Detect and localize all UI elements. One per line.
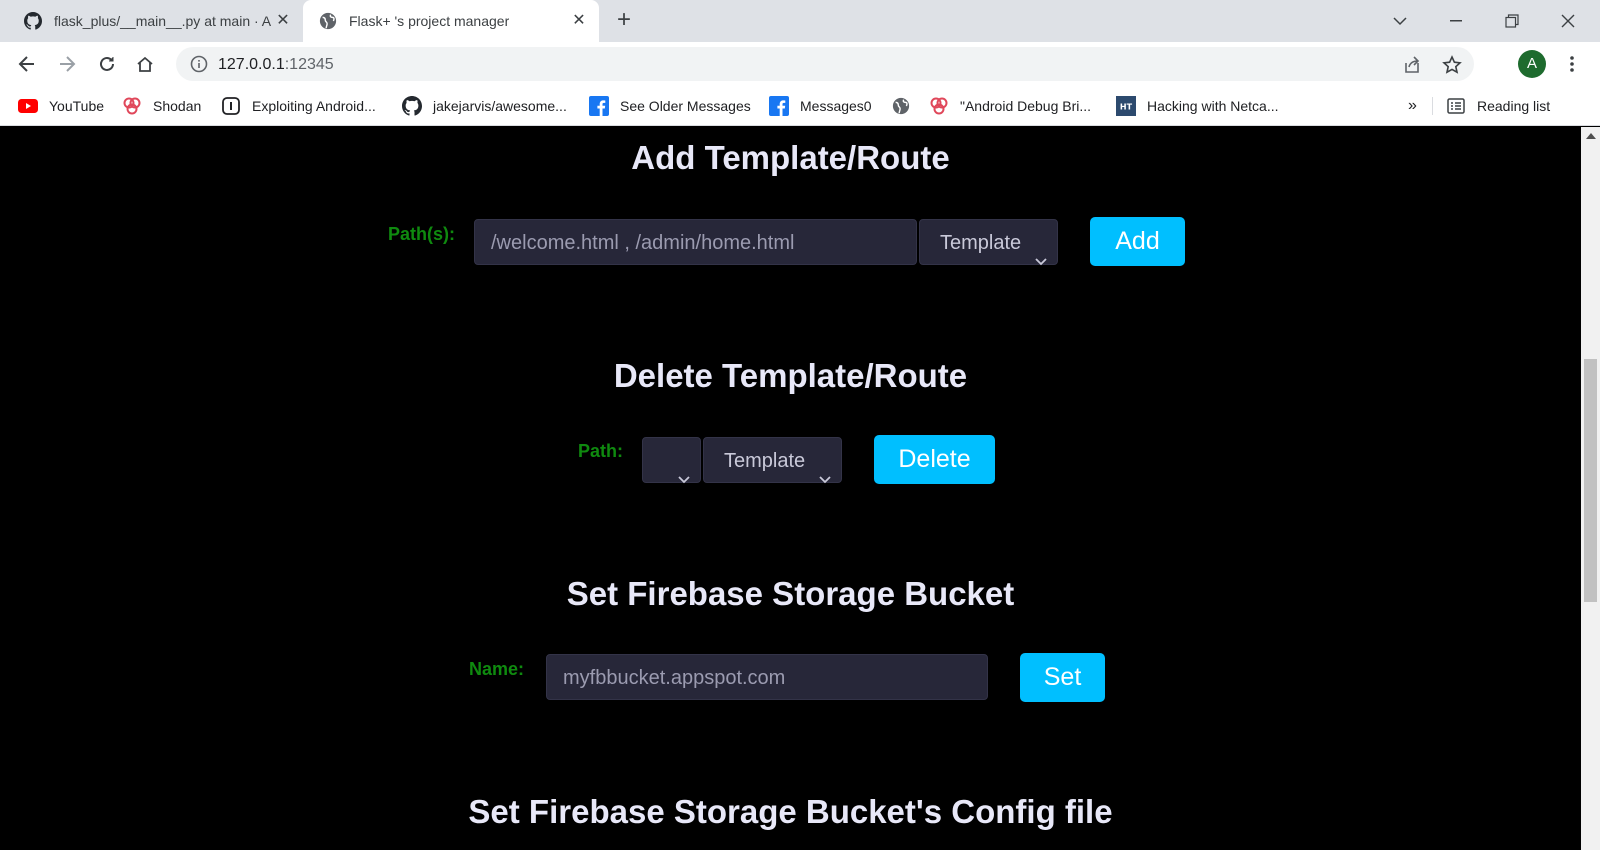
share-icon[interactable] [1402, 55, 1422, 75]
scrollbar-thumb[interactable] [1584, 359, 1597, 602]
forward-icon[interactable] [53, 50, 81, 78]
bookmark-android-debug-bridge[interactable]: "Android Debug Bri... [929, 95, 1091, 117]
youtube-icon [18, 96, 38, 116]
bookmark-label: Messages0 [800, 98, 872, 114]
paths-label: Path(s): [388, 224, 455, 244]
bookmark-label: YouTube [49, 98, 105, 114]
bookmark-label: "Android Debug Bri... [960, 98, 1092, 114]
home-icon[interactable] [131, 50, 159, 78]
bookmark-shodan[interactable]: Shodan [122, 95, 201, 117]
bucket-heading: Set Firebase Storage Bucket [566, 575, 1015, 612]
info-icon[interactable] [190, 55, 208, 73]
scroll-up-icon[interactable] [1586, 133, 1596, 139]
github-icon [402, 96, 422, 116]
bookmark-youtube[interactable]: YouTube [18, 95, 104, 117]
page-icon [221, 96, 241, 116]
github-icon [24, 12, 42, 30]
page-content: Add Template/Route Path(s): /welcome.htm… [0, 127, 1581, 850]
tab-title: flask_plus/__main__.py at main · A [54, 13, 272, 29]
bookmark-jakejarvis[interactable]: jakejarvis/awesome... [402, 95, 567, 117]
shodan-icon [929, 96, 949, 116]
window-close-icon[interactable] [1540, 0, 1596, 42]
bookmark-label: Exploiting Android... [252, 98, 376, 114]
globe-icon [891, 96, 911, 116]
path-label: Path: [578, 441, 623, 461]
delete-route-heading: Delete Template/Route [613, 357, 968, 394]
divider [1432, 97, 1433, 115]
bookmark-label: Hacking with Netca... [1147, 98, 1279, 114]
bookmarks-bar: YouTube Shodan Exploiting Android... jak… [0, 86, 1600, 126]
set-bucket-button[interactable]: Set [1020, 653, 1105, 702]
bookmarks-overflow-button[interactable]: » [1408, 95, 1417, 117]
bookmark-exploiting-android[interactable]: Exploiting Android... [221, 95, 376, 117]
new-tab-icon[interactable]: + [612, 8, 636, 33]
menu-kebab-icon[interactable] [1562, 52, 1582, 76]
name-label: Name: [469, 659, 525, 679]
add-type-value: Template [940, 232, 1022, 254]
add-type-select[interactable]: Template [919, 219, 1058, 266]
url-port: :12345 [284, 56, 334, 73]
facebook-icon [589, 96, 609, 116]
page-scrollbar[interactable] [1581, 127, 1600, 850]
reading-list-button[interactable]: Reading list [1446, 95, 1550, 117]
url-text: 127.0.0.1:12345 [218, 56, 334, 74]
add-button[interactable]: Add [1090, 217, 1185, 266]
tab-strip: flask_plus/__main__.py at main · A ✕ Fla… [0, 0, 1600, 42]
bookmark-star-icon[interactable] [1442, 55, 1462, 75]
browser-toolbar: 127.0.0.1:12345 A [0, 42, 1600, 86]
delete-path-select[interactable] [642, 437, 701, 484]
svg-text:HT: HT [1120, 103, 1133, 112]
delete-button[interactable]: Delete [874, 435, 995, 484]
back-icon[interactable] [13, 50, 41, 78]
url-host: 127.0.0.1 [218, 56, 285, 73]
bookmark-label: See Older Messages [620, 98, 751, 114]
minimize-icon[interactable] [1428, 0, 1484, 42]
bucket-name-input[interactable]: myfbbucket.appspot.com [546, 654, 988, 700]
shodan-icon [122, 96, 142, 116]
chevron-down-icon [819, 456, 831, 484]
bookmark-globe[interactable] [891, 95, 922, 117]
close-icon[interactable]: ✕ [275, 13, 291, 29]
reading-list-icon [1446, 96, 1466, 116]
bookmark-hacking-with-netcat[interactable]: HT Hacking with Netca... [1116, 95, 1279, 117]
reload-icon[interactable] [93, 50, 121, 78]
bookmark-see-older-messages[interactable]: See Older Messages [589, 95, 751, 117]
chevron-down-icon [678, 456, 690, 484]
config-heading: Set Firebase Storage Bucket's Config fil… [468, 793, 1113, 830]
tab-flask-project-manager[interactable]: Flask+ 's project manager ✕ [303, 0, 599, 42]
profile-avatar[interactable]: A [1518, 50, 1546, 78]
restore-icon[interactable] [1484, 0, 1540, 42]
delete-type-value: Template [724, 450, 806, 472]
tab-title: Flask+ 's project manager [349, 13, 510, 29]
chevron-down-icon [1035, 238, 1047, 266]
bookmark-label: jakejarvis/awesome... [433, 98, 567, 114]
address-bar[interactable]: 127.0.0.1:12345 [176, 47, 1474, 81]
facebook-icon [769, 96, 789, 116]
paths-input[interactable]: /welcome.html , /admin/home.html [474, 219, 917, 265]
delete-type-select[interactable]: Template [703, 437, 842, 484]
ht-icon: HT [1116, 96, 1136, 116]
add-route-heading: Add Template/Route [631, 139, 950, 176]
tab-search-icon[interactable] [1372, 0, 1428, 42]
reading-list-label: Reading list [1477, 98, 1551, 114]
tab-github[interactable]: flask_plus/__main__.py at main · A ✕ [8, 0, 303, 42]
bookmark-messages0[interactable]: Messages0 [769, 95, 872, 117]
globe-icon [319, 12, 337, 30]
close-icon[interactable]: ✕ [571, 13, 587, 29]
bookmark-label: Shodan [153, 98, 202, 114]
